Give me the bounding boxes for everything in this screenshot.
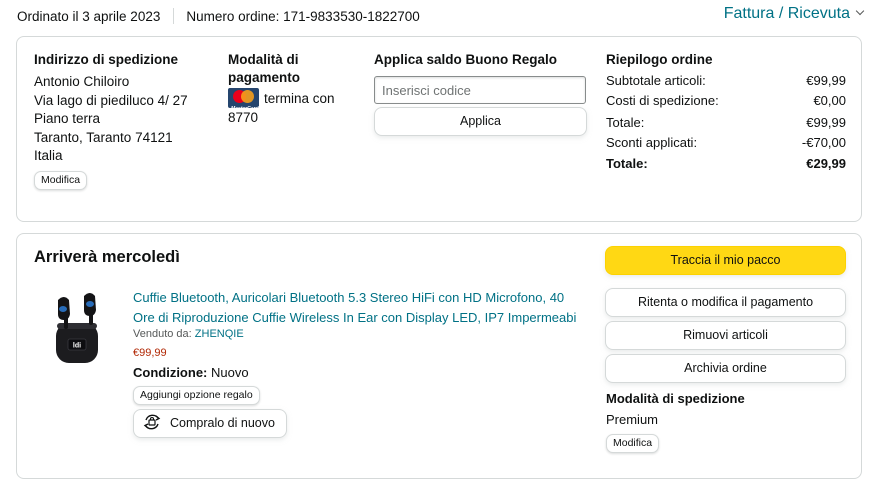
payment-card-info: MasterCard termina con [228,88,358,109]
shipping-method-title: Modalità di spedizione [606,391,745,406]
buy-again-icon [142,412,162,442]
order-date: Ordinato il 3 aprile 2023 [17,9,161,24]
condition-value: Nuovo [211,365,249,380]
summary-row: Costi di spedizione: €0,00 [606,91,846,111]
buy-again-label[interactable]: Compralo di nuovo [170,416,275,430]
card-ending-text: termina con [264,91,335,106]
earbuds-icon: ldi [56,293,98,363]
address-line: Italia [34,148,63,163]
address-line: Taranto, Taranto 74121 [34,129,173,145]
product-image[interactable]: ldi [48,289,108,367]
chevron-down-icon [855,6,865,16]
product-price: €99,99 [133,347,167,359]
shipping-address-title: Indirizzo di spedizione [34,52,179,67]
summary-row: Subtotale articoli: €99,99 [606,71,846,91]
product-title-link[interactable]: Cuffie Bluetooth, Auricolari Bluetooth 5… [133,288,581,327]
shipping-address-section: Indirizzo di spedizione Antonio Chiloiro… [34,51,214,190]
summary-value: €99,99 [806,73,846,88]
arrival-status: Arriverà mercoledì [34,248,180,266]
order-header: Ordinato il 3 aprile 2023 Numero ordine: … [17,5,865,27]
summary-title: Riepilogo ordine [606,52,713,67]
invoice-link-label[interactable]: Fattura / Ricevuta [724,5,850,22]
retry-payment-button[interactable]: Ritenta o modifica il pagamento [605,288,846,317]
order-info-card: Indirizzo di spedizione Antonio Chiloiro… [16,36,862,222]
summary-row: Sconti applicati: -€70,00 [606,133,846,153]
apply-gift-button[interactable]: Applica [374,107,587,136]
edit-shipping-method-button[interactable]: Modifica [606,434,660,453]
summary-value: €99,99 [806,115,846,130]
summary-label: Totale: [606,156,648,171]
sold-by-label: Venduto da: [133,328,192,340]
edit-address-button[interactable]: Modifica [34,170,88,190]
address-line: Antonio Chiloiro [34,74,130,89]
display-text: ldi [73,343,81,350]
track-package-button[interactable]: Traccia il mio pacco [605,246,846,275]
address-line: Via lago di piediluco 4/ 27 [34,92,188,108]
payment-title-line1: Modalità di [228,52,299,67]
buy-again-button[interactable]: Compralo di nuovo [133,409,287,438]
invoice-dropdown[interactable]: Fattura / Ricevuta [724,5,865,23]
seller-link[interactable]: ZHENQIE [195,328,244,340]
divider [173,8,175,24]
add-gift-option-button[interactable]: Aggiungi opzione regalo [133,386,260,405]
summary-label: Costi di spedizione: [606,92,719,108]
order-meta: Ordinato il 3 aprile 2023 Numero ordine: … [17,8,420,24]
summary-total-row: Totale: €29,99 [606,154,846,174]
card-digits: 8770 [228,109,259,125]
payment-title-line2: pagamento [228,70,301,85]
card-brand-mark: MasterCard [231,100,259,108]
shipping-method-value: Premium [606,412,659,427]
gift-code-input[interactable] [374,76,586,104]
product-condition: Condizione: Nuovo [133,365,249,380]
condition-label: Condizione: [133,365,208,380]
summary-value: €0,00 [813,92,846,108]
summary-label: Totale: [606,115,645,130]
summary-label: Sconti applicati: [606,134,698,150]
summary-label: Subtotale articoli: [606,73,706,88]
order-summary-section: Riepilogo ordine Subtotale articoli: €99,… [606,51,846,174]
gift-card-title: Applica saldo Buono Regalo [374,52,558,67]
summary-total-value: €29,99 [806,156,846,171]
summary-row: Totale: €99,99 [606,113,846,133]
shipment-card: Arriverà mercoledì ldi Cuffie Bluetooth,… [16,233,862,479]
shipment-actions: Traccia il mio pacco Ritenta o modifica … [605,246,846,383]
mastercard-icon: MasterCard [228,88,259,108]
remove-items-button[interactable]: Rimuovi articoli [605,321,846,350]
gift-card-section: Applica saldo Buono Regalo Applica [374,51,587,136]
product-title-line1[interactable]: Cuffie Bluetooth, Auricolari Bluetooth 5… [133,288,581,308]
archive-order-button[interactable]: Archivia ordine [605,354,846,383]
address-line: Piano terra [34,111,101,126]
sold-by: Venduto da: ZHENQIE [133,328,244,340]
summary-value: -€70,00 [801,134,846,150]
payment-section: Modalità di pagamento MasterCard termina… [228,51,358,127]
product-title-line2[interactable]: Ore di Riproduzione Cuffie Wireless In E… [133,308,581,328]
order-number: Numero ordine: 171-9833530-1822700 [186,9,420,24]
